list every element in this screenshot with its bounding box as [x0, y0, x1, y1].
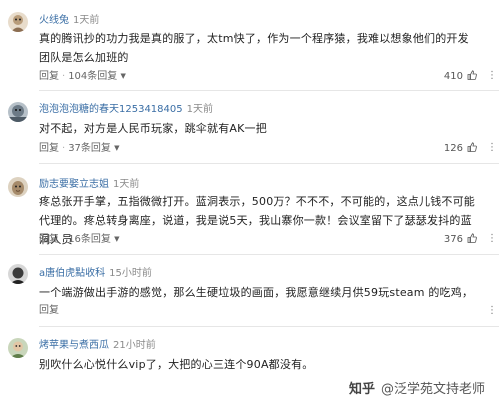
divider — [39, 254, 499, 255]
like-button[interactable]: 126 — [444, 142, 477, 155]
comment-list: 火线兔 1天前 真的腾讯抄的功力我是真的服了，太tm快了，作为一个程序猿，我难以想… — [0, 0, 499, 413]
comment-actions: 回复 · 37条回复 ▼ — [39, 142, 120, 155]
zhihu-logo: 知乎 — [348, 382, 375, 397]
reply-button[interactable]: 回复 — [39, 305, 59, 316]
reply-button[interactable]: 回复 — [39, 234, 59, 245]
comment-time: 15小时前 — [109, 268, 152, 279]
username-link[interactable]: 火线兔 — [39, 15, 69, 26]
thumb-up-icon — [467, 233, 477, 243]
separator: · — [62, 71, 66, 82]
comment-text: 别吹什么心悦什么vip了，大把的心三连个90A都没有。 — [39, 358, 314, 371]
comment-time: 1天前 — [73, 15, 100, 26]
reply-button[interactable]: 回复 — [39, 143, 59, 154]
comment-header: 火线兔 1天前 — [39, 15, 99, 27]
more-options-icon[interactable]: ⋮ — [487, 233, 497, 245]
comment-text: 对不起，对方是人民币玩家，跳伞就有AK一把 — [39, 122, 267, 135]
comment-header: 烤苹果与煮西瓜 21小时前 — [39, 340, 156, 352]
like-count: 376 — [443, 234, 463, 245]
more-options-icon[interactable]: ⋮ — [487, 142, 497, 154]
comment-time: 1天前 — [186, 104, 213, 115]
like-count: 126 — [443, 143, 463, 154]
comment-text: 一个端游做出手游的感觉，那么生硬垃圾的画面，我愿意继续月供59玩steam 的吃… — [39, 286, 474, 299]
avatar[interactable] — [8, 12, 28, 32]
like-button[interactable]: 410 — [444, 70, 477, 83]
username-link[interactable]: 烤苹果与煮西瓜 — [39, 340, 109, 351]
comment-actions: 回复 · 16条回复 ▼ — [39, 233, 120, 246]
avatar[interactable] — [8, 177, 28, 197]
divider — [39, 326, 499, 327]
caret-down-icon: ▼ — [120, 72, 126, 80]
thumb-up-icon — [467, 70, 477, 80]
watermark-author: @泛学苑文持老师 — [380, 382, 485, 397]
comment-header: 泡泡泡泡糖的春天1253418405 1天前 — [39, 104, 213, 116]
comment-header: a唐伯虎點收科 15小时前 — [39, 268, 152, 280]
avatar[interactable] — [8, 102, 28, 122]
more-options-icon[interactable]: ⋮ — [487, 305, 497, 317]
caret-down-icon: ▼ — [114, 235, 120, 243]
more-options-icon[interactable]: ⋮ — [487, 70, 497, 82]
separator: · — [62, 143, 66, 154]
thumb-up-icon — [467, 142, 477, 152]
like-count: 410 — [443, 71, 463, 82]
username-link[interactable]: 励志要娶立志姐 — [39, 179, 109, 190]
reply-button[interactable]: 回复 — [39, 71, 59, 82]
username-link[interactable]: a唐伯虎點收科 — [39, 268, 105, 279]
separator: · — [62, 234, 66, 245]
caret-down-icon: ▼ — [114, 144, 120, 152]
view-replies-button[interactable]: 16条回复 ▼ — [68, 234, 119, 245]
like-button[interactable]: 376 — [444, 233, 477, 246]
comment-time: 21小时前 — [113, 340, 156, 351]
avatar[interactable] — [8, 338, 28, 358]
divider — [39, 90, 499, 91]
comment-text: 真的腾讯抄的功力我是真的服了，太tm快了，作为一个程序猿，我难以想象他们的开发团… — [39, 32, 469, 64]
avatar[interactable] — [8, 264, 28, 284]
comment-time: 1天前 — [113, 179, 140, 190]
view-replies-button[interactable]: 104条回复 ▼ — [68, 71, 126, 82]
source-watermark: 知乎 @泛学苑文持老师 — [349, 378, 485, 397]
divider — [39, 163, 499, 164]
username-link[interactable]: 泡泡泡泡糖的春天1253418405 — [39, 104, 183, 115]
comment-actions: 回复 — [39, 305, 59, 317]
view-replies-button[interactable]: 37条回复 ▼ — [68, 143, 119, 154]
comment-actions: 回复 · 104条回复 ▼ — [39, 70, 126, 83]
comment-header: 励志要娶立志姐 1天前 — [39, 179, 139, 191]
